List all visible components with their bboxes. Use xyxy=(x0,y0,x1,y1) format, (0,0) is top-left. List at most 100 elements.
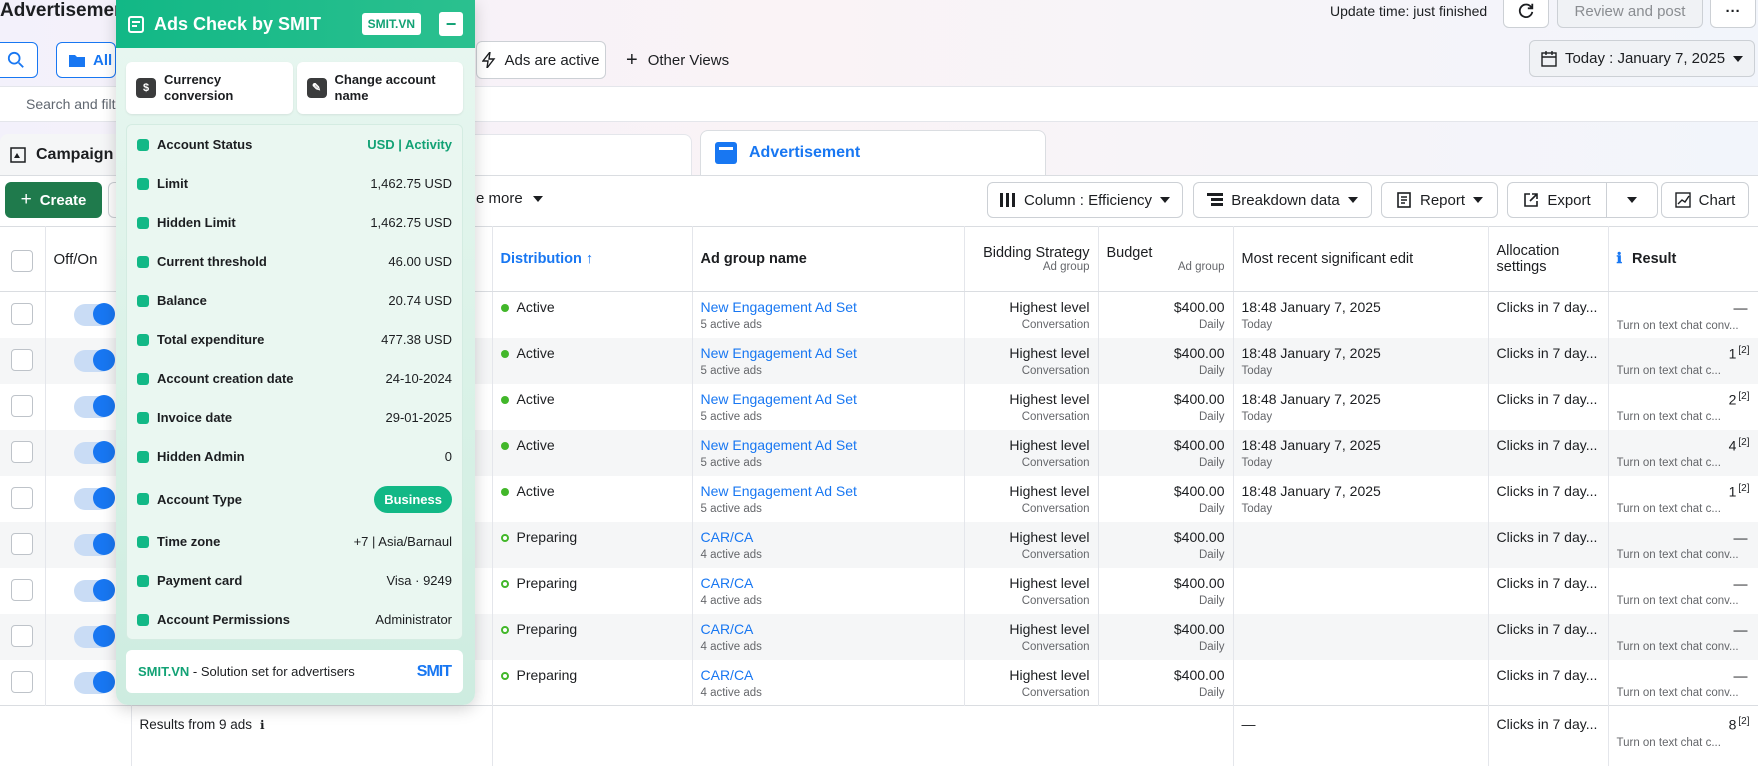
row-budget-sub: Daily xyxy=(1198,456,1225,469)
row-ad-group-link[interactable]: CAR/CA xyxy=(701,621,956,637)
row-toggle[interactable] xyxy=(73,394,115,418)
row-allocation-cell: Clicks in 7 day... xyxy=(1488,291,1609,338)
row-ad-group-cell[interactable]: New Engagement Ad Set 5 active ads xyxy=(692,337,965,384)
row-ad-group-link[interactable]: New Engagement Ad Set xyxy=(701,345,956,361)
info-icon[interactable]: ℹ xyxy=(260,718,265,732)
row-ad-group-link[interactable]: CAR/CA xyxy=(701,529,956,545)
header-recent-edit[interactable]: Most recent significant edit xyxy=(1233,226,1489,292)
header-result[interactable]: ℹ Result xyxy=(1608,226,1758,292)
smit-badge[interactable]: SMIT.VN xyxy=(361,13,421,35)
row-ad-group-cell[interactable]: CAR/CA 4 active ads xyxy=(692,567,965,614)
row-ad-group-cell[interactable]: New Engagement Ad Set 5 active ads xyxy=(692,291,965,338)
column-button[interactable]: Column : Efficiency xyxy=(987,182,1183,218)
row-select-cell[interactable] xyxy=(0,291,46,338)
row-budget-cell[interactable]: $400.00 Daily xyxy=(1098,291,1234,338)
chevron-down-icon xyxy=(1347,197,1358,203)
row-select-cell[interactable] xyxy=(0,659,46,706)
row-checkbox[interactable] xyxy=(11,670,34,693)
row-toggle[interactable] xyxy=(73,440,115,464)
header-allocation[interactable]: Allocation settings xyxy=(1488,226,1609,292)
row-ad-group-cell[interactable]: CAR/CA 4 active ads xyxy=(692,521,965,568)
row-budget-cell[interactable]: $400.00 Daily xyxy=(1098,475,1234,522)
row-budget-cell[interactable]: $400.00 Daily xyxy=(1098,429,1234,476)
row-toggle[interactable] xyxy=(73,532,115,556)
row-toggle[interactable] xyxy=(73,486,115,510)
row-checkbox[interactable] xyxy=(11,624,34,647)
change-account-name-button[interactable]: ✎ Change account name xyxy=(296,62,463,114)
row-ad-group-link[interactable]: New Engagement Ad Set xyxy=(701,391,956,407)
row-select-cell[interactable] xyxy=(0,475,46,522)
ads-check-panel: Ads Check by SMIT SMIT.VN − $ Currency c… xyxy=(116,0,475,705)
header-bidding[interactable]: Bidding Strategy Ad group xyxy=(964,226,1099,292)
row-ad-group-cell[interactable]: New Engagement Ad Set 5 active ads xyxy=(692,429,965,476)
row-checkbox[interactable] xyxy=(11,532,34,555)
row-budget-cell[interactable]: $400.00 Daily xyxy=(1098,613,1234,660)
select-all-cell[interactable] xyxy=(0,226,46,292)
row-budget-cell[interactable]: $400.00 Daily xyxy=(1098,521,1234,568)
row-ad-group-cell[interactable]: CAR/CA 4 active ads xyxy=(692,659,965,706)
select-all-checkbox[interactable] xyxy=(11,250,34,272)
see-more-button[interactable]: e more xyxy=(476,190,543,207)
export-button[interactable]: Export xyxy=(1507,182,1607,218)
breakdown-button[interactable]: Breakdown data xyxy=(1193,182,1372,218)
footer-empty-cell xyxy=(0,705,132,766)
row-ad-group-link[interactable]: New Engagement Ad Set xyxy=(701,437,956,453)
row-budget-cell[interactable]: $400.00 Daily xyxy=(1098,567,1234,614)
tab-campaign[interactable]: Campaign xyxy=(0,134,122,175)
chart-button[interactable]: Chart xyxy=(1661,182,1749,218)
review-post-button[interactable]: Review and post xyxy=(1557,0,1703,28)
lightning-icon xyxy=(482,52,496,68)
row-select-cell[interactable] xyxy=(0,383,46,430)
tab-advertisement[interactable]: Advertisement xyxy=(700,130,1046,175)
header-budget[interactable]: Budget Ad group xyxy=(1098,226,1234,292)
row-checkbox[interactable] xyxy=(11,348,34,371)
chevron-down-icon xyxy=(1160,197,1171,203)
row-result-cell: — Turn on text chat conv... xyxy=(1608,291,1758,338)
search-button[interactable] xyxy=(0,42,38,78)
create-label: Create xyxy=(39,191,87,209)
more-options-button[interactable]: ··· xyxy=(1710,0,1756,28)
create-button[interactable]: + Create xyxy=(5,182,102,218)
row-checkbox[interactable] xyxy=(11,486,34,509)
row-checkbox[interactable] xyxy=(11,440,34,463)
currency-conversion-button[interactable]: $ Currency conversion xyxy=(126,62,293,114)
toggle-knob xyxy=(92,624,115,647)
row-ad-group-cell[interactable]: New Engagement Ad Set 5 active ads xyxy=(692,383,965,430)
row-ad-group-cell[interactable]: New Engagement Ad Set 5 active ads xyxy=(692,475,965,522)
row-ad-group-link[interactable]: CAR/CA xyxy=(701,575,956,591)
info-row-icon xyxy=(137,216,149,229)
footer-allocation-cell: Clicks in 7 day... xyxy=(1488,705,1609,766)
other-views-button[interactable]: + Other Views xyxy=(626,49,729,72)
row-toggle[interactable] xyxy=(73,578,115,602)
header-ad-group-name[interactable]: Ad group name xyxy=(692,226,965,292)
row-ad-group-link[interactable]: New Engagement Ad Set xyxy=(701,299,956,315)
date-range-picker[interactable]: Today : January 7, 2025 xyxy=(1529,40,1755,77)
header-distribution[interactable]: Distribution ↑ xyxy=(492,226,693,292)
row-checkbox[interactable] xyxy=(11,394,34,417)
row-select-cell[interactable] xyxy=(0,613,46,660)
ads-active-filter[interactable]: Ads are active xyxy=(476,41,606,79)
report-button[interactable]: Report xyxy=(1381,182,1498,218)
row-toggle[interactable] xyxy=(73,624,115,648)
export-dropdown-button[interactable] xyxy=(1606,182,1658,218)
row-budget-cell[interactable]: $400.00 Daily xyxy=(1098,337,1234,384)
row-toggle[interactable] xyxy=(73,303,115,326)
row-select-cell[interactable] xyxy=(0,567,46,614)
row-toggle[interactable] xyxy=(73,348,115,372)
row-select-cell[interactable] xyxy=(0,521,46,568)
row-checkbox[interactable] xyxy=(11,303,34,325)
row-checkbox[interactable] xyxy=(11,578,34,601)
row-budget-cell[interactable]: $400.00 Daily xyxy=(1098,383,1234,430)
row-budget-cell[interactable]: $400.00 Daily xyxy=(1098,659,1234,706)
row-select-cell[interactable] xyxy=(0,429,46,476)
row-ad-group-link[interactable]: CAR/CA xyxy=(701,667,956,683)
refresh-button[interactable] xyxy=(1503,0,1549,28)
row-bid-sub: Conversation xyxy=(1021,410,1090,423)
row-select-cell[interactable] xyxy=(0,337,46,384)
tab-ad-group[interactable] xyxy=(462,134,692,175)
minimize-button[interactable]: − xyxy=(439,12,463,36)
all-filter-button[interactable]: All xyxy=(56,42,116,78)
row-ad-group-link[interactable]: New Engagement Ad Set xyxy=(701,483,956,499)
row-toggle[interactable] xyxy=(73,670,115,694)
row-ad-group-cell[interactable]: CAR/CA 4 active ads xyxy=(692,613,965,660)
